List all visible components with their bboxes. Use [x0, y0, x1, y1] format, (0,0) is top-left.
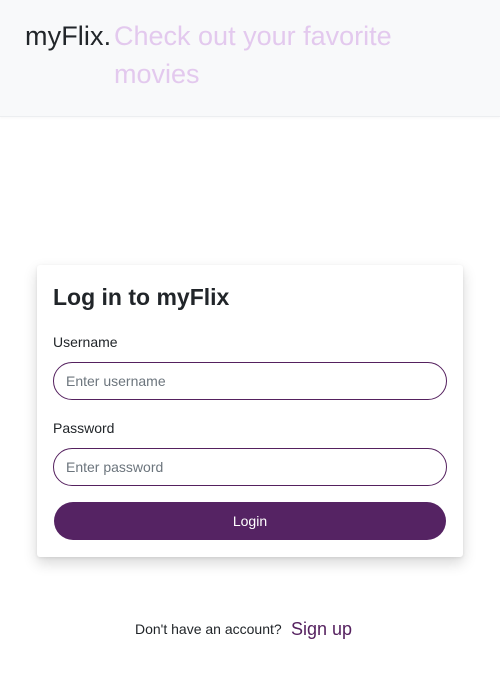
username-input[interactable]: [53, 362, 447, 400]
password-label: Password: [53, 420, 115, 436]
username-label: Username: [53, 334, 118, 350]
login-button[interactable]: Login: [54, 502, 446, 540]
login-title: Log in to myFlix: [53, 284, 230, 310]
signup-link[interactable]: Sign up: [291, 617, 352, 641]
password-input[interactable]: [53, 448, 447, 486]
brand-logo[interactable]: myFlix.: [25, 17, 111, 55]
navbar: myFlix. Check out your favorite movies: [0, 0, 500, 117]
login-card: Log in to myFlix Username Password Login: [37, 265, 463, 557]
signup-prompt: Don't have an account?: [135, 621, 282, 637]
signup-row: Don't have an account? Sign up: [0, 617, 500, 641]
navbar-tagline: Check out your favorite movies: [114, 21, 392, 89]
